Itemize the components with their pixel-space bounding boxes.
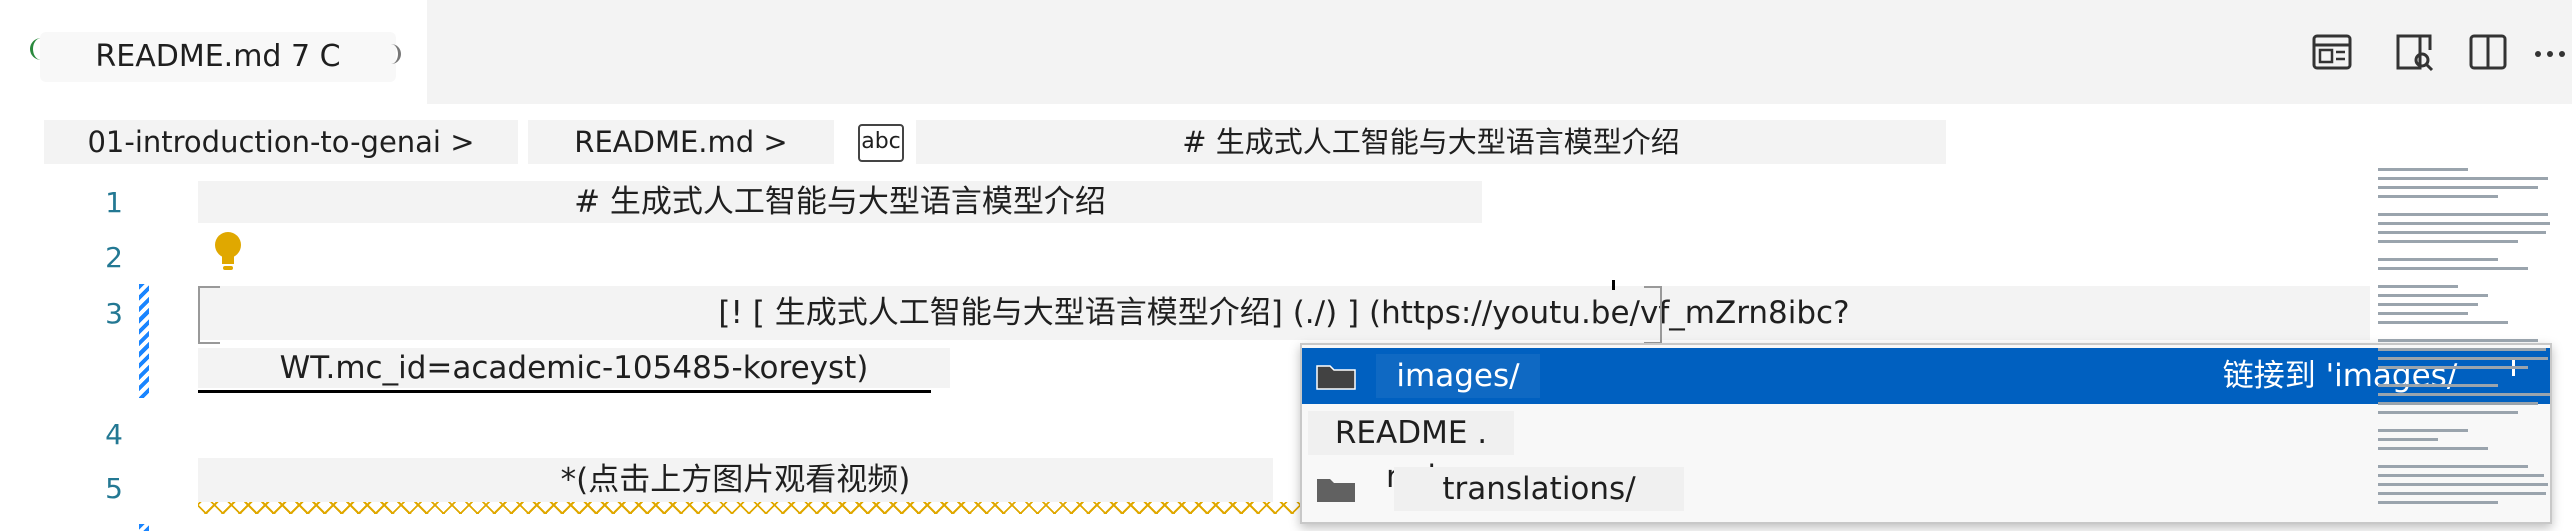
minimap-line xyxy=(2378,438,2438,441)
minimap-line xyxy=(2378,186,2538,189)
minimap-line xyxy=(2378,285,2458,288)
breadcrumb-folder[interactable]: 01-introduction-to-genai > xyxy=(44,120,518,164)
line-number: 4 xyxy=(105,418,123,451)
minimap-line xyxy=(2378,474,2544,477)
suggest-item-label: README . md xyxy=(1308,411,1514,495)
minimap-line xyxy=(2378,294,2488,297)
open-preview-side-icon[interactable] xyxy=(2392,30,2440,78)
minimap-line xyxy=(2378,321,2508,324)
minimap-line xyxy=(2378,447,2488,450)
link-underline xyxy=(198,390,931,393)
minimap-line xyxy=(2378,384,2498,387)
code-line-heading[interactable]: # 生成式人工智能与大型语言模型介绍 xyxy=(198,181,1482,223)
split-editor-icon[interactable] xyxy=(2466,30,2514,78)
minimap-line xyxy=(2378,411,2518,414)
bracket-match-left xyxy=(198,286,220,344)
modified-line-indicator[interactable] xyxy=(139,284,149,398)
minimap-line xyxy=(2378,213,2548,216)
minimap-line xyxy=(2378,240,2518,243)
code-line-link[interactable]: [! [ 生成式人工智能与大型语言模型介绍] (./) ] (https://y… xyxy=(198,286,2370,340)
minimap-line xyxy=(2378,195,2498,198)
minimap-line xyxy=(2378,348,2546,351)
suggest-item-label: images/ xyxy=(1376,354,1540,398)
line-number: 1 xyxy=(105,186,123,219)
minimap-line xyxy=(2378,222,2550,225)
minimap-line xyxy=(2378,429,2468,432)
string-symbol-icon: abc xyxy=(858,124,904,162)
minimap-line xyxy=(2378,357,2548,360)
minimap-line xyxy=(2378,231,2546,234)
minimap-line xyxy=(2378,492,2546,495)
minimap-line xyxy=(2378,267,2528,270)
minimap-line xyxy=(2378,339,2538,342)
more-actions-icon[interactable] xyxy=(2528,30,2572,78)
text-cursor xyxy=(1612,280,1615,290)
minimap-line xyxy=(2378,465,2528,468)
line-number: 3 xyxy=(105,297,123,330)
suggest-item-readme[interactable]: README . md xyxy=(1302,405,2550,495)
code-line-caption[interactable]: *(点击上方图片观看视频) xyxy=(198,458,1273,502)
tab-label[interactable]: README.md 7 C xyxy=(40,32,396,82)
minimap-line xyxy=(2378,312,2468,315)
warning-squiggle xyxy=(198,502,1300,514)
line-number: 5 xyxy=(105,472,123,505)
minimap-line xyxy=(2378,501,2498,504)
breadcrumb-symbol[interactable]: # 生成式人工智能与大型语言模型介绍 xyxy=(916,120,1946,164)
open-preview-icon[interactable] xyxy=(2310,30,2358,78)
folder-icon xyxy=(1317,479,1355,502)
suggest-item-images[interactable]: images/ 链接到 'images/ xyxy=(1302,348,2550,404)
minimap-line xyxy=(2378,177,2548,180)
suggest-item-translations[interactable]: translations/ xyxy=(1302,461,2550,517)
minimap-line xyxy=(2378,393,2550,396)
minimap-line xyxy=(2378,168,2468,171)
modified-line-indicator[interactable] xyxy=(139,524,149,531)
suggest-item-label: translations/ xyxy=(1394,467,1684,511)
lightbulb-icon[interactable] xyxy=(212,230,244,274)
minimap-line xyxy=(2378,258,2498,261)
bracket-match-right xyxy=(1644,286,1662,344)
minimap-line xyxy=(2378,366,2528,369)
minimap[interactable] xyxy=(2378,164,2554,531)
line-number: 2 xyxy=(105,241,123,274)
code-line-link-wrap[interactable]: WT.mc_id=academic-105485-koreyst) xyxy=(198,348,950,388)
minimap-line xyxy=(2378,483,2548,486)
minimap-line xyxy=(2378,402,2538,405)
minimap-line xyxy=(2378,303,2478,306)
breadcrumb-file[interactable]: README.md > xyxy=(528,120,834,164)
folder-icon xyxy=(1316,365,1356,390)
suggest-widget: images/ 链接到 'images/ README . md transla… xyxy=(1300,343,2552,524)
